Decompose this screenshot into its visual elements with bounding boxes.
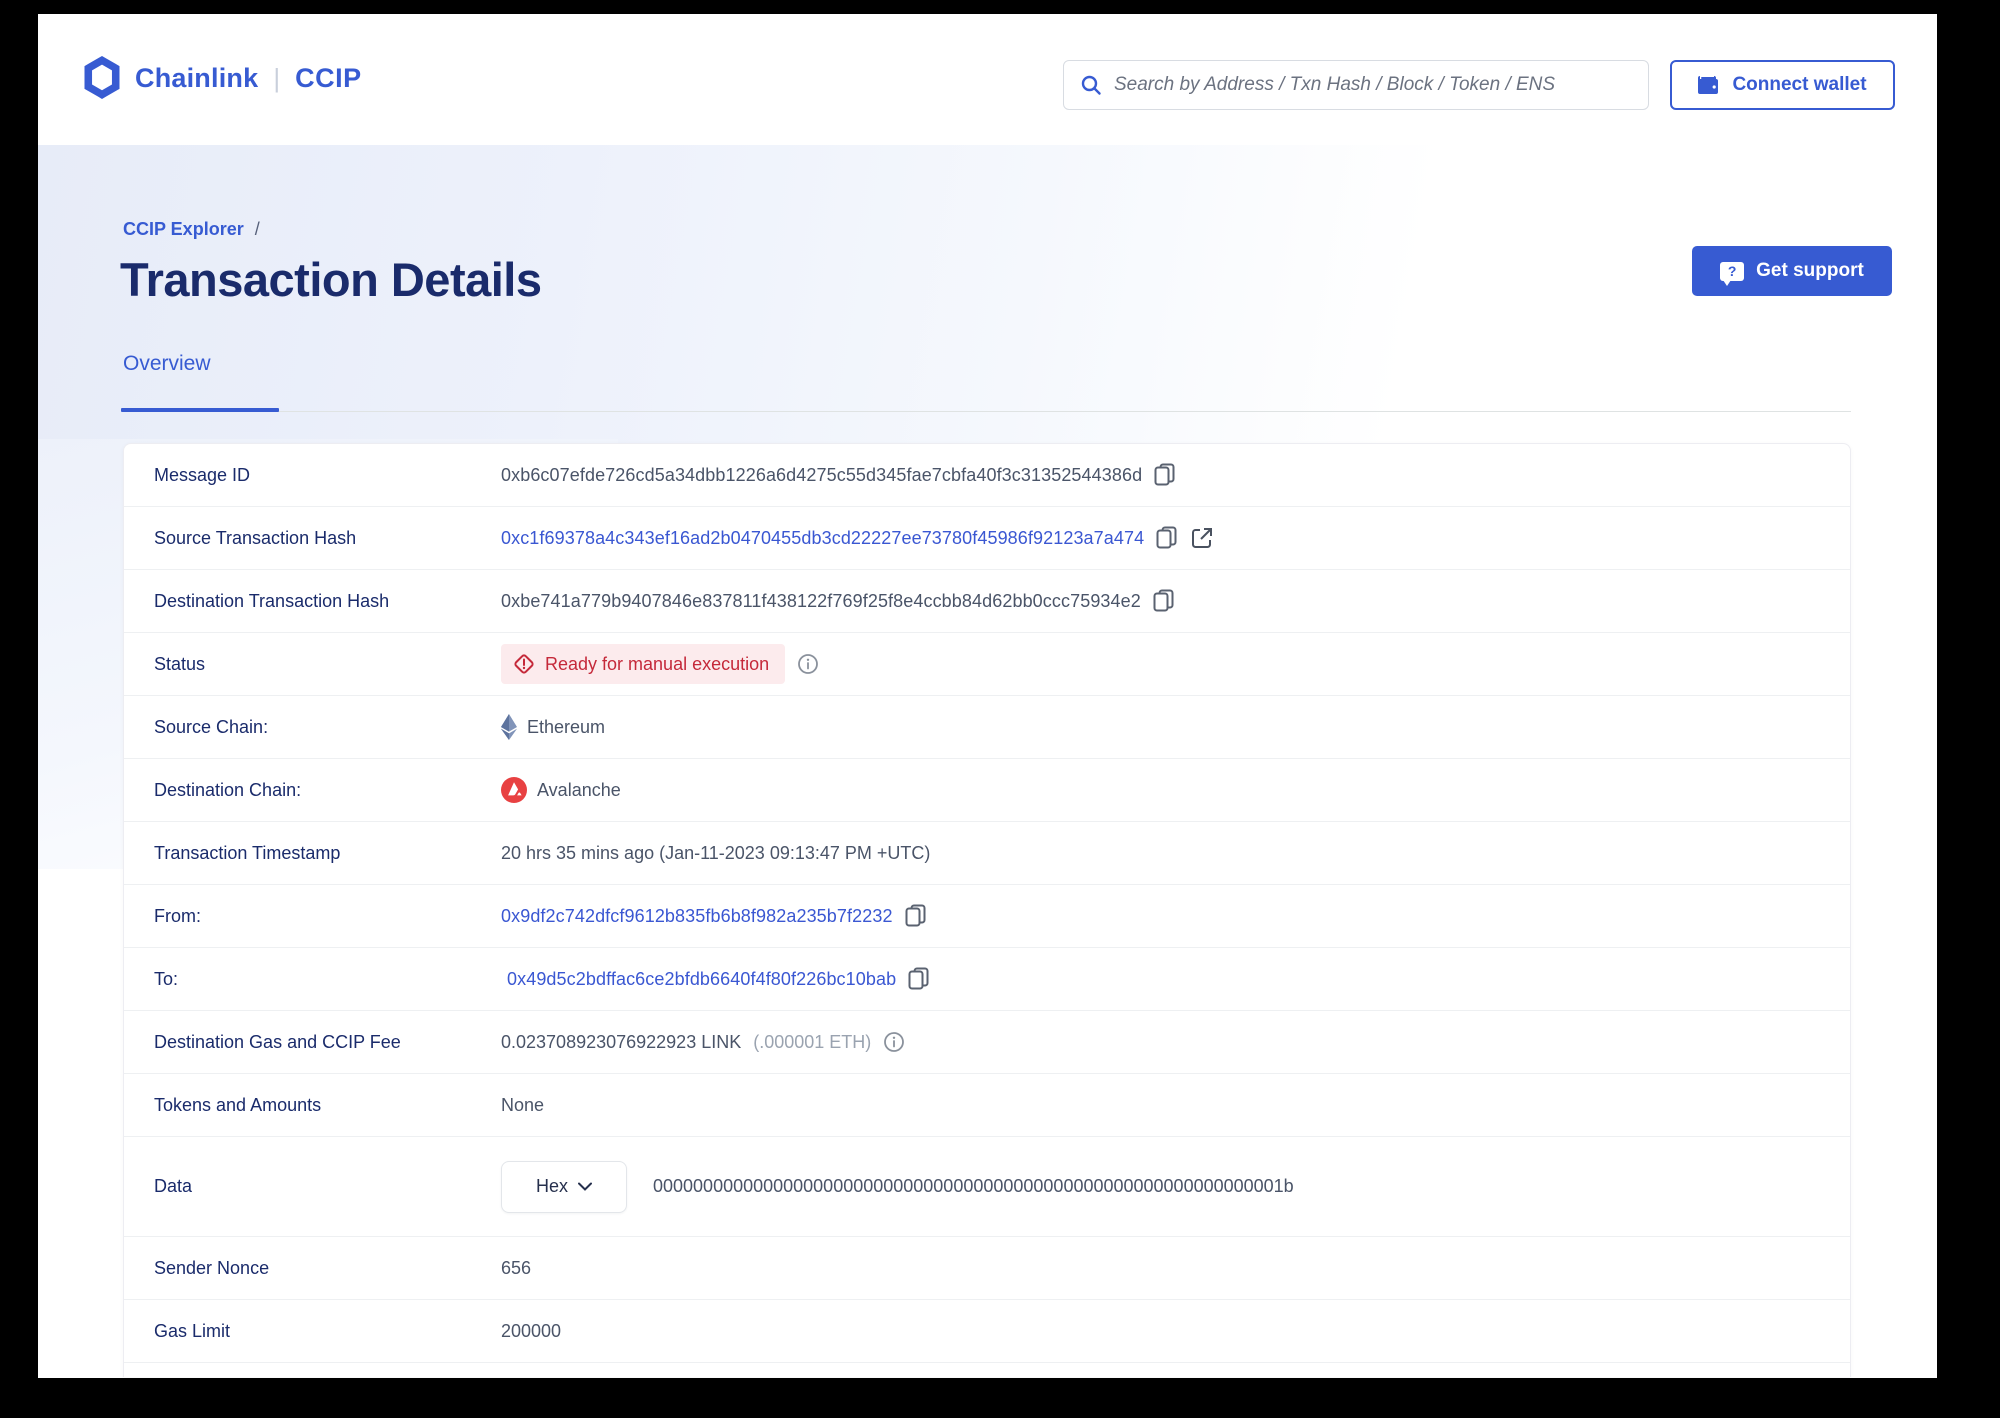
data-hex-value: 0000000000000000000000000000000000000000… bbox=[653, 1176, 1294, 1196]
table-row-source-chain: Source Chain: Ethereum bbox=[124, 696, 1850, 759]
row-label: Source Chain: bbox=[154, 716, 269, 737]
info-icon bbox=[884, 1032, 905, 1052]
support-question-icon: ? bbox=[1720, 261, 1745, 286]
fee-value: 0.023708923076922923 LINK bbox=[501, 1031, 742, 1052]
row-label: To: bbox=[154, 968, 179, 989]
status-text: Ready for manual execution bbox=[545, 653, 770, 674]
breadcrumb-ccip-explorer-link[interactable]: CCIP Explorer bbox=[123, 219, 244, 239]
breadcrumb: CCIP Explorer / bbox=[123, 219, 260, 240]
to-address-link[interactable]: 0x49d5c2bdffac6ce2bfdb6640f4f80f226bc10b… bbox=[507, 969, 896, 990]
dest-chain-name: Avalanche bbox=[537, 779, 621, 800]
tab-divider-line bbox=[123, 411, 1851, 412]
table-row-sender-nonce: Sender Nonce 656 bbox=[124, 1237, 1850, 1300]
table-row-dest-chain: Destination Chain: Avalanche bbox=[124, 759, 1850, 822]
tokens-value: None bbox=[501, 1094, 545, 1115]
source-tx-hash-link[interactable]: 0xc1f69378a4c343ef16ad2b0470455db3cd2222… bbox=[501, 528, 1144, 549]
alert-diamond-icon bbox=[514, 654, 534, 674]
search-icon bbox=[1081, 75, 1101, 95]
row-label: Source Transaction Hash bbox=[154, 527, 357, 548]
table-row-message-id: Message ID 0xb6c07efde726cd5a34dbb1226a6… bbox=[124, 444, 1850, 507]
get-support-label: Get support bbox=[1756, 260, 1864, 281]
row-label: Message ID bbox=[154, 464, 251, 485]
table-row-tokens: Tokens and Amounts None bbox=[124, 1074, 1850, 1137]
data-format-selected: Hex bbox=[535, 1176, 568, 1196]
fee-eth-equivalent: (.000001 ETH) bbox=[753, 1031, 872, 1052]
from-address-link[interactable]: 0x9df2c742dfcf9612b835fb6b8f982a235b7f22… bbox=[501, 906, 893, 927]
copy-icon bbox=[1154, 463, 1175, 486]
external-link-icon bbox=[1192, 528, 1213, 548]
search-bar[interactable] bbox=[1063, 60, 1649, 110]
copy-button[interactable] bbox=[1156, 526, 1178, 550]
row-label: Sender Nonce bbox=[154, 1257, 270, 1278]
connect-wallet-label: Connect wallet bbox=[1732, 74, 1867, 95]
chainlink-logo-icon bbox=[84, 56, 120, 99]
sender-nonce-value: 656 bbox=[501, 1257, 532, 1278]
data-format-dropdown[interactable]: Hex bbox=[501, 1160, 627, 1213]
row-label: Tokens and Amounts bbox=[154, 1094, 322, 1115]
external-link-button[interactable] bbox=[1190, 526, 1214, 550]
search-input[interactable] bbox=[1114, 74, 1632, 96]
wallet-icon bbox=[1698, 76, 1719, 94]
row-label: From: bbox=[154, 905, 201, 926]
copy-button[interactable] bbox=[1153, 589, 1175, 613]
timestamp-value: 20 hrs 35 mins ago (Jan-11-2023 09:13:47… bbox=[501, 842, 931, 863]
row-label: Transaction Timestamp bbox=[154, 842, 341, 863]
breadcrumb-separator: / bbox=[254, 219, 260, 239]
ethereum-icon bbox=[501, 714, 517, 740]
table-row-to: To: 0x49d5c2bdffac6ce2bfdb6640f4f80f226b… bbox=[124, 948, 1850, 1011]
tab-overview[interactable]: Overview bbox=[123, 352, 211, 376]
brand-name: Chainlink bbox=[135, 62, 259, 93]
partially-visible-row bbox=[124, 1363, 1850, 1377]
copy-button[interactable] bbox=[905, 904, 927, 928]
brand-logo[interactable]: Chainlink | CCIP bbox=[82, 56, 362, 100]
page-title: Transaction Details bbox=[120, 253, 542, 306]
table-row-from: From: 0x9df2c742dfcf9612b835fb6b8f982a23… bbox=[124, 885, 1850, 948]
fee-info-button[interactable] bbox=[883, 1031, 905, 1053]
copy-icon bbox=[908, 967, 929, 990]
active-tab-underline bbox=[121, 408, 279, 412]
table-row-source-tx-hash: Source Transaction Hash 0xc1f69378a4c343… bbox=[124, 507, 1850, 570]
copy-icon bbox=[1156, 526, 1177, 549]
row-label: Gas Limit bbox=[154, 1320, 231, 1341]
table-row-timestamp: Transaction Timestamp 20 hrs 35 mins ago… bbox=[124, 822, 1850, 885]
copy-icon bbox=[905, 904, 926, 927]
row-label: Destination Gas and CCIP Fee bbox=[154, 1031, 401, 1052]
source-chain-name: Ethereum bbox=[527, 716, 606, 737]
table-row-fee: Destination Gas and CCIP Fee 0.023708923… bbox=[124, 1011, 1850, 1074]
table-row-dest-tx-hash: Destination Transaction Hash 0xbe741a779… bbox=[124, 570, 1850, 633]
product-name: CCIP bbox=[295, 62, 362, 93]
chevron-down-icon bbox=[578, 1182, 592, 1191]
copy-icon bbox=[1153, 589, 1174, 612]
get-support-button[interactable]: ? Get support bbox=[1692, 246, 1892, 296]
top-navigation: Chainlink | CCIP Connect wallet bbox=[38, 14, 1937, 145]
status-info-button[interactable] bbox=[797, 653, 819, 675]
copy-button[interactable] bbox=[908, 967, 930, 991]
info-icon bbox=[798, 654, 819, 674]
row-label: Data bbox=[154, 1176, 193, 1196]
status-badge: Ready for manual execution bbox=[501, 644, 786, 684]
connect-wallet-button[interactable]: Connect wallet bbox=[1670, 60, 1895, 110]
message-id-value: 0xb6c07efde726cd5a34dbb1226a6d4275c55d34… bbox=[501, 464, 1143, 485]
row-label: Destination Transaction Hash bbox=[154, 590, 390, 611]
row-label: Status bbox=[154, 653, 206, 674]
table-row-data: Data Hex 0000000000000000000000000000000… bbox=[124, 1137, 1850, 1237]
copy-button[interactable] bbox=[1154, 463, 1176, 487]
brand-separator: | bbox=[273, 62, 281, 93]
transaction-details-card: Message ID 0xb6c07efde726cd5a34dbb1226a6… bbox=[123, 443, 1851, 1377]
page: Chainlink | CCIP Connect wallet CCIP Exp… bbox=[38, 14, 1937, 1378]
table-row-status: Status Ready for manual execution bbox=[124, 633, 1850, 696]
table-row-gas-limit: Gas Limit 200000 bbox=[124, 1300, 1850, 1363]
dest-tx-hash-value: 0xbe741a779b9407846e837811f438122f769f25… bbox=[501, 590, 1141, 611]
gas-limit-value: 200000 bbox=[501, 1320, 562, 1341]
avalanche-icon bbox=[501, 777, 527, 803]
row-label: Destination Chain: bbox=[154, 779, 302, 800]
